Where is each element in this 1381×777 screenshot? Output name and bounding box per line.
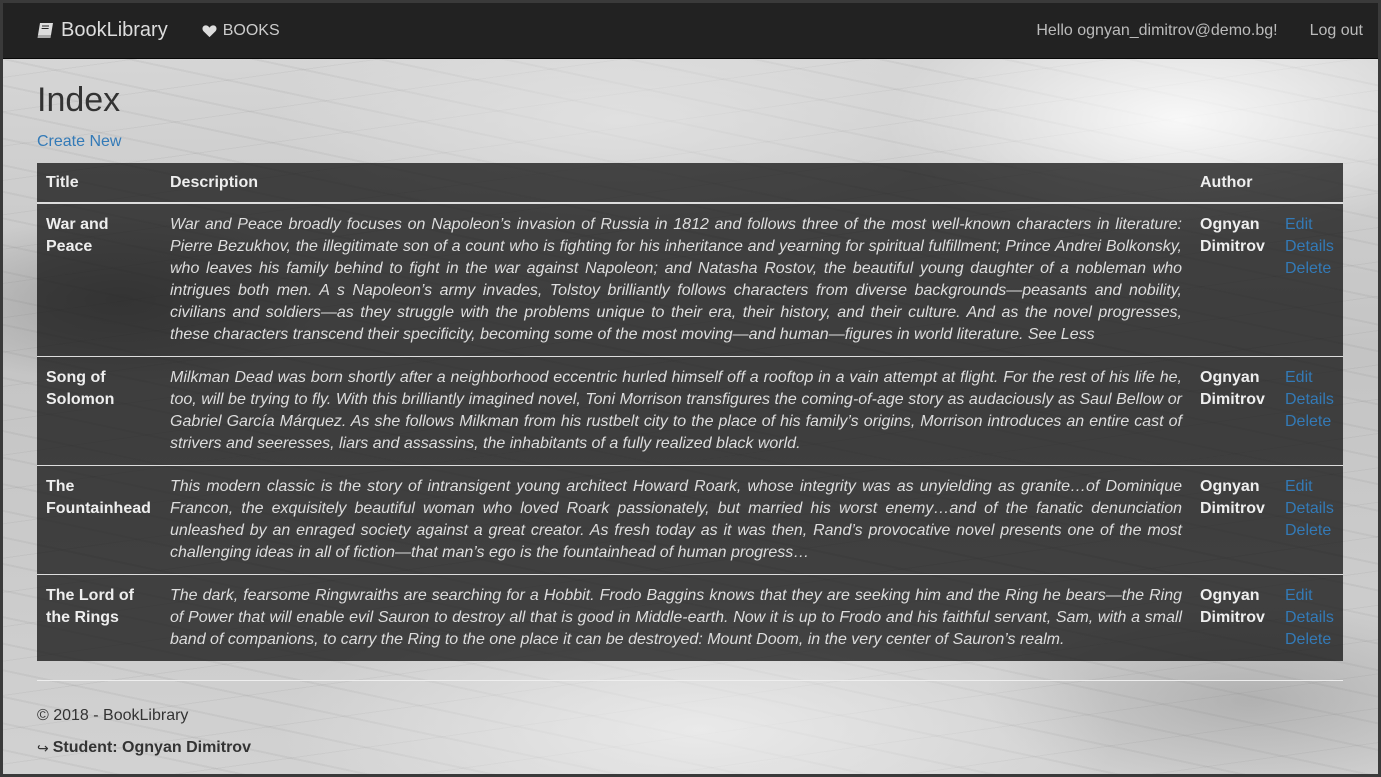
page-title: Index bbox=[37, 81, 121, 119]
heart-icon bbox=[202, 24, 217, 37]
details-link[interactable]: Details bbox=[1285, 236, 1334, 258]
delete-link[interactable]: Delete bbox=[1285, 258, 1334, 280]
student-text: Student: Ognyan Dimitrov bbox=[52, 739, 251, 756]
delete-link[interactable]: Delete bbox=[1285, 411, 1334, 433]
edit-link[interactable]: Edit bbox=[1285, 214, 1334, 236]
row-actions: Edit Details Delete bbox=[1276, 202, 1343, 357]
footer-divider bbox=[37, 680, 1343, 681]
nav-books-label: BOOKS bbox=[222, 21, 280, 39]
book-author: Ognyan Dimitrov bbox=[1191, 356, 1276, 466]
details-link[interactable]: Details bbox=[1285, 389, 1334, 411]
row-actions: Edit Details Delete bbox=[1276, 465, 1343, 575]
book-description: The dark, fearsome Ringwraiths are searc… bbox=[161, 574, 1191, 661]
edit-link[interactable]: Edit bbox=[1285, 585, 1334, 607]
book-description: Milkman Dead was born shortly after a ne… bbox=[161, 356, 1191, 466]
book-description: War and Peace broadly focuses on Napoleo… bbox=[161, 202, 1191, 357]
nav-books-link[interactable]: BOOKS bbox=[202, 22, 280, 40]
header-actions bbox=[1276, 163, 1343, 204]
create-new-link[interactable]: Create New bbox=[37, 133, 121, 151]
book-author: Ognyan Dimitrov bbox=[1191, 574, 1276, 661]
details-link[interactable]: Details bbox=[1285, 498, 1334, 520]
book-title: War and Peace bbox=[37, 202, 161, 357]
table-row: The Fountainhead This modern classic is … bbox=[37, 465, 1343, 575]
logout-link[interactable]: Log out bbox=[1310, 22, 1363, 40]
book-icon bbox=[37, 23, 53, 38]
table-row: War and Peace War and Peace broadly focu… bbox=[37, 202, 1343, 357]
header-description: Description bbox=[161, 163, 1191, 204]
arrow-icon: ↪ bbox=[37, 739, 49, 756]
edit-link[interactable]: Edit bbox=[1285, 476, 1334, 498]
book-title: Song of Solomon bbox=[37, 356, 161, 466]
header-title: Title bbox=[37, 163, 161, 204]
delete-link[interactable]: Delete bbox=[1285, 629, 1334, 651]
student-credit: ↪ Student: Ognyan Dimitrov bbox=[37, 739, 1343, 757]
book-description: This modern classic is the story of intr… bbox=[161, 465, 1191, 575]
copyright-text: © 2018 - BookLibrary bbox=[37, 707, 189, 724]
brand-link[interactable]: BookLibrary bbox=[37, 19, 168, 42]
books-table: Title Description Author War and Peace W… bbox=[37, 163, 1343, 661]
main-content: Index Create New Title Description Autho… bbox=[37, 59, 1343, 661]
book-author: Ognyan Dimitrov bbox=[1191, 202, 1276, 357]
top-navbar: BookLibrary BOOKS Hello ognyan_dimitrov@… bbox=[3, 3, 1378, 59]
user-greeting-link[interactable]: Hello ognyan_dimitrov@demo.bg! bbox=[1036, 22, 1277, 40]
book-title: The Lord of the Rings bbox=[37, 574, 161, 661]
book-title: The Fountainhead bbox=[37, 465, 161, 575]
edit-link[interactable]: Edit bbox=[1285, 367, 1334, 389]
table-row: The Lord of the Rings The dark, fearsome… bbox=[37, 574, 1343, 661]
row-actions: Edit Details Delete bbox=[1276, 356, 1343, 466]
book-author: Ognyan Dimitrov bbox=[1191, 465, 1276, 575]
brand-text: BookLibrary bbox=[61, 19, 168, 41]
table-row: Song of Solomon Milkman Dead was born sh… bbox=[37, 356, 1343, 466]
details-link[interactable]: Details bbox=[1285, 607, 1334, 629]
row-actions: Edit Details Delete bbox=[1276, 574, 1343, 661]
header-author: Author bbox=[1191, 163, 1276, 204]
delete-link[interactable]: Delete bbox=[1285, 520, 1334, 542]
nav-user-area: Hello ognyan_dimitrov@demo.bg! Log out bbox=[1036, 22, 1363, 40]
page-footer: © 2018 - BookLibrary ↪ Student: Ognyan D… bbox=[37, 680, 1343, 757]
table-header-row: Title Description Author bbox=[37, 163, 1343, 204]
